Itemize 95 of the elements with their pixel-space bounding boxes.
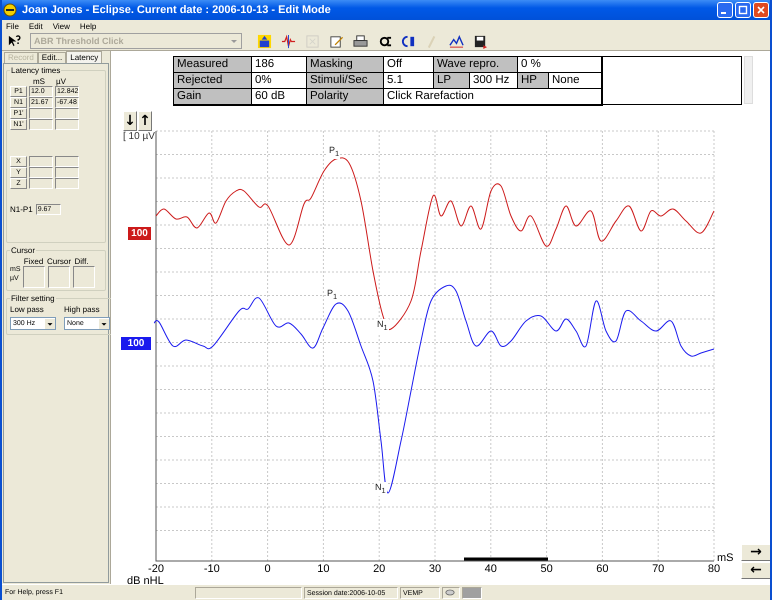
axis-tick-label: 40 (484, 563, 498, 575)
axis-tick-label: -20 (147, 563, 165, 575)
peak-label: N$_{1}$ (376, 319, 389, 333)
peak-label: P$_{1}$ (326, 288, 338, 302)
amplitude-field (55, 108, 79, 119)
waveform-button[interactable] (279, 32, 298, 50)
cursor-field (23, 266, 45, 288)
menu-item[interactable]: Edit (28, 22, 43, 30)
tab[interactable]: Edit... (38, 52, 66, 63)
axis-tick-label: 30 (428, 563, 442, 575)
up-button[interactable] (255, 32, 274, 50)
axis-unit-label: mS (717, 552, 734, 564)
status-indicator (462, 586, 482, 598)
close-button[interactable] (753, 2, 769, 18)
field-label: Low pass (10, 305, 45, 314)
scale-up-button[interactable]: ↑ (138, 111, 152, 131)
curve-label[interactable]: 100 (121, 337, 151, 350)
chart-icon (449, 34, 464, 48)
peak-label: N$_{1}$ (374, 482, 387, 496)
menu-item[interactable]: Help (80, 22, 96, 30)
table-cell: Polarity (307, 89, 384, 105)
table-cell: LP (434, 73, 470, 89)
axis-tick-label: 60 (595, 563, 610, 575)
document-icon (305, 34, 320, 48)
eye-icon (445, 589, 455, 596)
cursor-field (73, 266, 95, 288)
menu-item[interactable]: File (6, 22, 19, 30)
amplitude-field (55, 178, 79, 189)
cursor-field (48, 266, 70, 288)
group-title: Latency times (10, 66, 62, 75)
peak-label: P$_{1}$ (328, 145, 340, 159)
close-icon (756, 5, 766, 15)
group-title: Filter setting (10, 294, 56, 303)
latency-field (29, 178, 53, 189)
shift-right-button[interactable]: → (741, 544, 770, 561)
axis-tick-label: 80 (706, 563, 722, 575)
save-icon (473, 34, 488, 48)
field-label: High pass (64, 305, 101, 314)
window-title: Joan Jones - Eclipse. Current date : 2006-10-13 - Edit Mode (22, 4, 332, 16)
table-cell: Masking (307, 57, 384, 73)
minimize-button[interactable] (717, 2, 733, 18)
axis-label: dB nHL (127, 575, 164, 587)
up-badge-icon (257, 34, 272, 48)
latency-field (29, 156, 53, 167)
table-cell: Rejected (174, 73, 252, 89)
table-cell: Click Rarefaction (384, 89, 602, 105)
menu-item[interactable]: View (52, 22, 70, 30)
axis-tick-label: 10 (316, 563, 331, 575)
column-header: Diff. (73, 257, 90, 266)
help-cursor-icon (7, 34, 22, 48)
axis-tick-label: -10 (202, 563, 221, 575)
table-cell: Measured (174, 57, 252, 73)
compare-icon (401, 34, 416, 48)
latency-field (29, 167, 53, 178)
latency-field (29, 108, 53, 119)
axis-tick-label: 70 (651, 563, 666, 575)
table-cell: 0 % (518, 57, 602, 73)
scrollbar[interactable] (744, 56, 753, 104)
table-cell: 186 (252, 57, 307, 73)
plot-button[interactable] (447, 32, 466, 50)
table-cell: Off (384, 57, 434, 73)
print-button[interactable] (351, 32, 370, 50)
latency-field (29, 119, 53, 130)
column-header: µV (55, 77, 67, 86)
interval-label: N1-P1 (10, 205, 33, 214)
table-cell: None (549, 73, 602, 89)
maximize-button[interactable] (735, 2, 751, 18)
table-cell: Stimuli/Sec (307, 73, 384, 89)
scale-label: [ 10 µV (123, 131, 155, 142)
table-cell: HP (518, 73, 549, 89)
table-cell: Gain (174, 89, 252, 105)
waveform-icon (281, 34, 296, 48)
curve-label[interactable]: 100 (128, 227, 151, 240)
axis-tick-label: 0 (264, 563, 272, 575)
column-header: mS (32, 77, 46, 86)
column-header: Fixed (23, 257, 44, 266)
tab[interactable]: Latency (66, 51, 102, 63)
axis-tick-label: 50 (539, 563, 554, 575)
table-cell: 300 Hz (470, 73, 518, 89)
table-cell: Wave repro. (434, 57, 518, 73)
app-logo-icon (3, 3, 17, 17)
axis-tick-label: 20 (372, 563, 386, 575)
maximize-icon (738, 5, 748, 15)
printer-icon (353, 34, 368, 48)
table-cell: 60 dB (252, 89, 307, 105)
scale-down-button[interactable]: ↓ (123, 111, 137, 131)
edit-icon (329, 34, 344, 48)
minimize-icon (721, 12, 726, 14)
table-cell: 0% (252, 73, 307, 89)
group-title: Cursor (10, 246, 36, 255)
amplitude-field (55, 119, 79, 130)
shift-left-button[interactable]: ← (741, 562, 770, 579)
table-cell: 5.1 (384, 73, 434, 89)
amplitude-field (55, 156, 79, 167)
amplitude-field (55, 167, 79, 178)
